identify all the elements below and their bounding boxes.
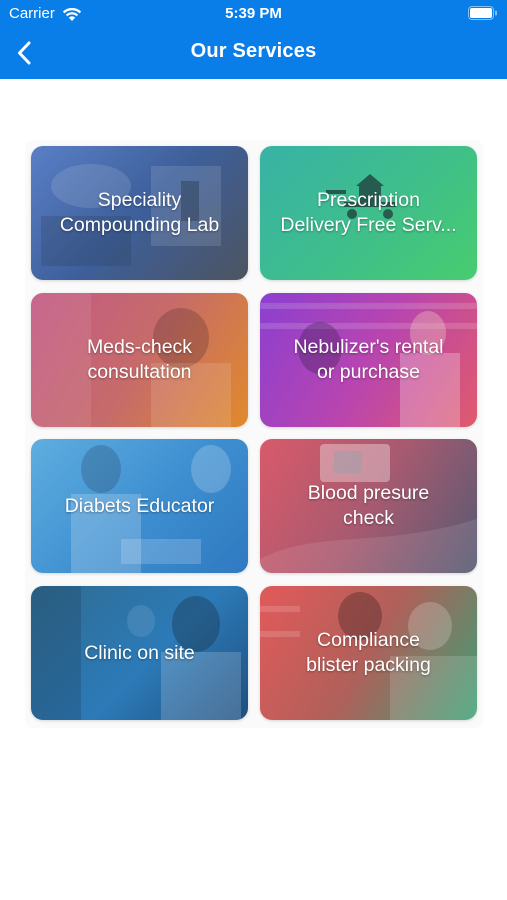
app-header: Carrier 5:39 PM Our Services [0,0,507,79]
navigation-bar: Our Services [0,28,507,79]
battery-icon [468,6,497,20]
service-label: Prescription Delivery Free Serv... [280,189,457,236]
service-card-compounding-lab[interactable]: Speciality Compounding Lab [31,146,248,280]
status-time: 5:39 PM [225,5,282,22]
service-card-nebulizer[interactable]: Nebulizer's rental or purchase [260,293,477,427]
service-label: Meds-check consultation [86,336,193,383]
service-card-clinic-on-site[interactable]: Clinic on site [31,586,248,720]
service-label: Speciality Compounding Lab [59,189,220,236]
status-bar: Carrier 5:39 PM [0,0,507,28]
service-label: Clinic on site [84,641,195,664]
service-card-blood-pressure[interactable]: Blood presure check [260,439,477,573]
service-card-compliance-packing[interactable]: Compliance blister packing [260,586,477,720]
service-card-prescription-delivery[interactable]: Prescription Delivery Free Serv... [260,146,477,280]
page-title: Our Services [190,40,317,62]
service-label: Diabets Educator [64,494,215,517]
service-label: Nebulizer's rental or purchase [293,336,444,383]
service-label: Blood presure check [307,482,430,529]
service-label: Compliance blister packing [306,629,431,676]
service-card-diabetes-educator[interactable]: Diabets Educator [31,439,248,573]
service-card-meds-check[interactable]: Meds-check consultation [31,293,248,427]
